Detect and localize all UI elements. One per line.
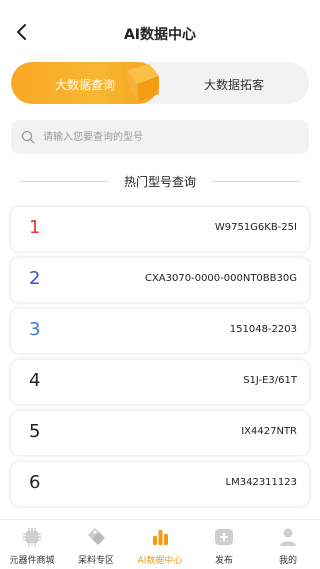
divider-right xyxy=(212,181,300,182)
search-box[interactable] xyxy=(11,120,309,154)
chip-icon xyxy=(23,528,41,546)
tab-label: 大数据查询 xyxy=(54,78,115,92)
hot-model-row[interactable]: 4 S1J-E3/61T xyxy=(11,360,309,404)
tab-label: 大数据拓客 xyxy=(203,78,264,92)
rank-number: 6 xyxy=(29,472,41,493)
hot-model-row[interactable]: 3 151048-2203 xyxy=(11,309,309,353)
tabbar-item-publish[interactable]: 发布 xyxy=(192,520,256,569)
rank-number: 1 xyxy=(29,217,41,238)
tabbar-label: 呆料专区 xyxy=(77,556,114,566)
user-icon xyxy=(280,528,296,546)
hot-model-row[interactable]: 6 LM342311123 xyxy=(11,462,309,506)
tabbar-item-mall[interactable]: 元器件商城 xyxy=(0,520,64,569)
tabbar-label: AI数据中心 xyxy=(137,556,183,566)
plus-icon xyxy=(215,529,233,545)
tab-big-data-query[interactable]: 大数据查询 xyxy=(11,62,159,104)
mode-tabs: 大数据查询 大数据拓客 xyxy=(11,62,309,104)
tabbar-label: 元器件商城 xyxy=(9,556,55,566)
rank-number: 4 xyxy=(29,370,41,391)
model-number: 151048-2203 xyxy=(229,324,297,335)
bar-chart-icon xyxy=(153,530,168,545)
hot-models-header: 热门型号查询 xyxy=(0,172,320,190)
tabbar-label: 我的 xyxy=(278,556,297,566)
tags-icon xyxy=(88,528,105,545)
tabbar-item-ai-data[interactable]: AI数据中心 xyxy=(128,520,192,569)
hot-model-row[interactable]: 2 CXA3070-0000-000NT0BB30G xyxy=(11,258,309,302)
model-number: IX4427NTR xyxy=(241,426,297,437)
tab-big-data-prospecting[interactable]: 大数据拓客 xyxy=(159,62,309,104)
model-number: CXA3070-0000-000NT0BB30G xyxy=(144,273,297,284)
model-number: LM342311123 xyxy=(225,477,297,488)
top-bar: AI数据中心 xyxy=(0,0,320,58)
search-input[interactable] xyxy=(43,120,293,154)
hot-models-list: 1 W9751G6KB-25I 2 CXA3070-0000-000NT0BB3… xyxy=(11,207,309,513)
tabbar-item-mine[interactable]: 我的 xyxy=(256,520,320,569)
rank-number: 3 xyxy=(29,319,41,340)
bottom-tab-bar: 元器件商城 呆料专区 AI数据中心 发布 我的 xyxy=(0,519,320,569)
page-title: AI数据中心 xyxy=(123,27,197,43)
hot-model-row[interactable]: 1 W9751G6KB-25I xyxy=(11,207,309,251)
search-icon xyxy=(21,130,35,144)
tabbar-item-surplus[interactable]: 呆料专区 xyxy=(64,520,128,569)
rank-number: 5 xyxy=(29,421,41,442)
model-number: S1J-E3/61T xyxy=(243,375,297,386)
tabbar-label: 发布 xyxy=(214,556,233,566)
rank-number: 2 xyxy=(29,268,41,289)
hot-model-row[interactable]: 5 IX4427NTR xyxy=(11,411,309,455)
model-number: W9751G6KB-25I xyxy=(214,222,297,233)
